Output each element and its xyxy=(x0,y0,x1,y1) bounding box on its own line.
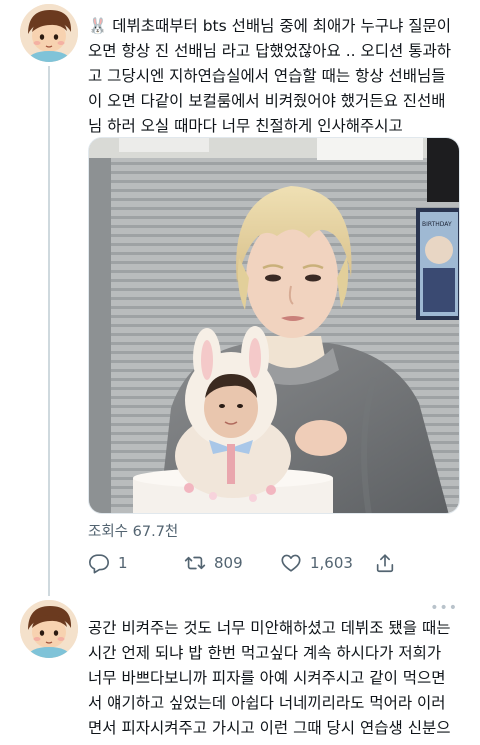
tweet-text: 🐰 데뷔초때부터 bts 선배님 중에 최애가 누구냐 질문이 오면 항상 진 … xyxy=(88,17,451,135)
retweet-count: 809 xyxy=(214,554,243,572)
tweet[interactable]: ••• 공간 비켜주는 것도 너무 미안해하셨고 데뷔조 됐을 때는 시간 언제… xyxy=(0,596,480,745)
like-button[interactable]: 1,603 xyxy=(280,548,353,578)
share-upload-icon xyxy=(376,554,394,573)
avatar[interactable] xyxy=(20,4,78,62)
avatar[interactable] xyxy=(20,600,78,658)
share-button[interactable] xyxy=(374,548,396,578)
like-count: 1,603 xyxy=(310,554,353,572)
poster-text: BIRTHDAY xyxy=(422,221,452,228)
reply-button[interactable]: 1 xyxy=(88,548,128,578)
tweet-text: 공간 비켜주는 것도 너무 미안해하셨고 데뷔조 됐을 때는 시간 언제 되냐 … xyxy=(88,619,451,745)
avatar-cartoon-icon xyxy=(20,4,78,62)
retweet-arrows-icon xyxy=(184,556,206,570)
heart-icon xyxy=(281,554,301,572)
avatar-cartoon-icon xyxy=(20,600,78,658)
tweet[interactable]: 🐰 데뷔초때부터 bts 선배님 중에 최애가 누구냐 질문이 오면 항상 진 … xyxy=(0,0,480,596)
view-count: 조회수 67.7천 xyxy=(88,524,179,540)
reply-count: 1 xyxy=(118,554,128,572)
photo-illustration: BIRTHDAY xyxy=(89,138,459,513)
retweet-button[interactable]: 809 xyxy=(184,548,243,578)
speech-bubble-icon xyxy=(89,554,109,574)
thread-connector-line xyxy=(48,66,50,596)
tweet-image[interactable]: BIRTHDAY xyxy=(88,137,460,514)
tweet-action-bar: 1 809 1,603 xyxy=(88,548,460,578)
more-options-button[interactable]: ••• xyxy=(430,600,458,616)
